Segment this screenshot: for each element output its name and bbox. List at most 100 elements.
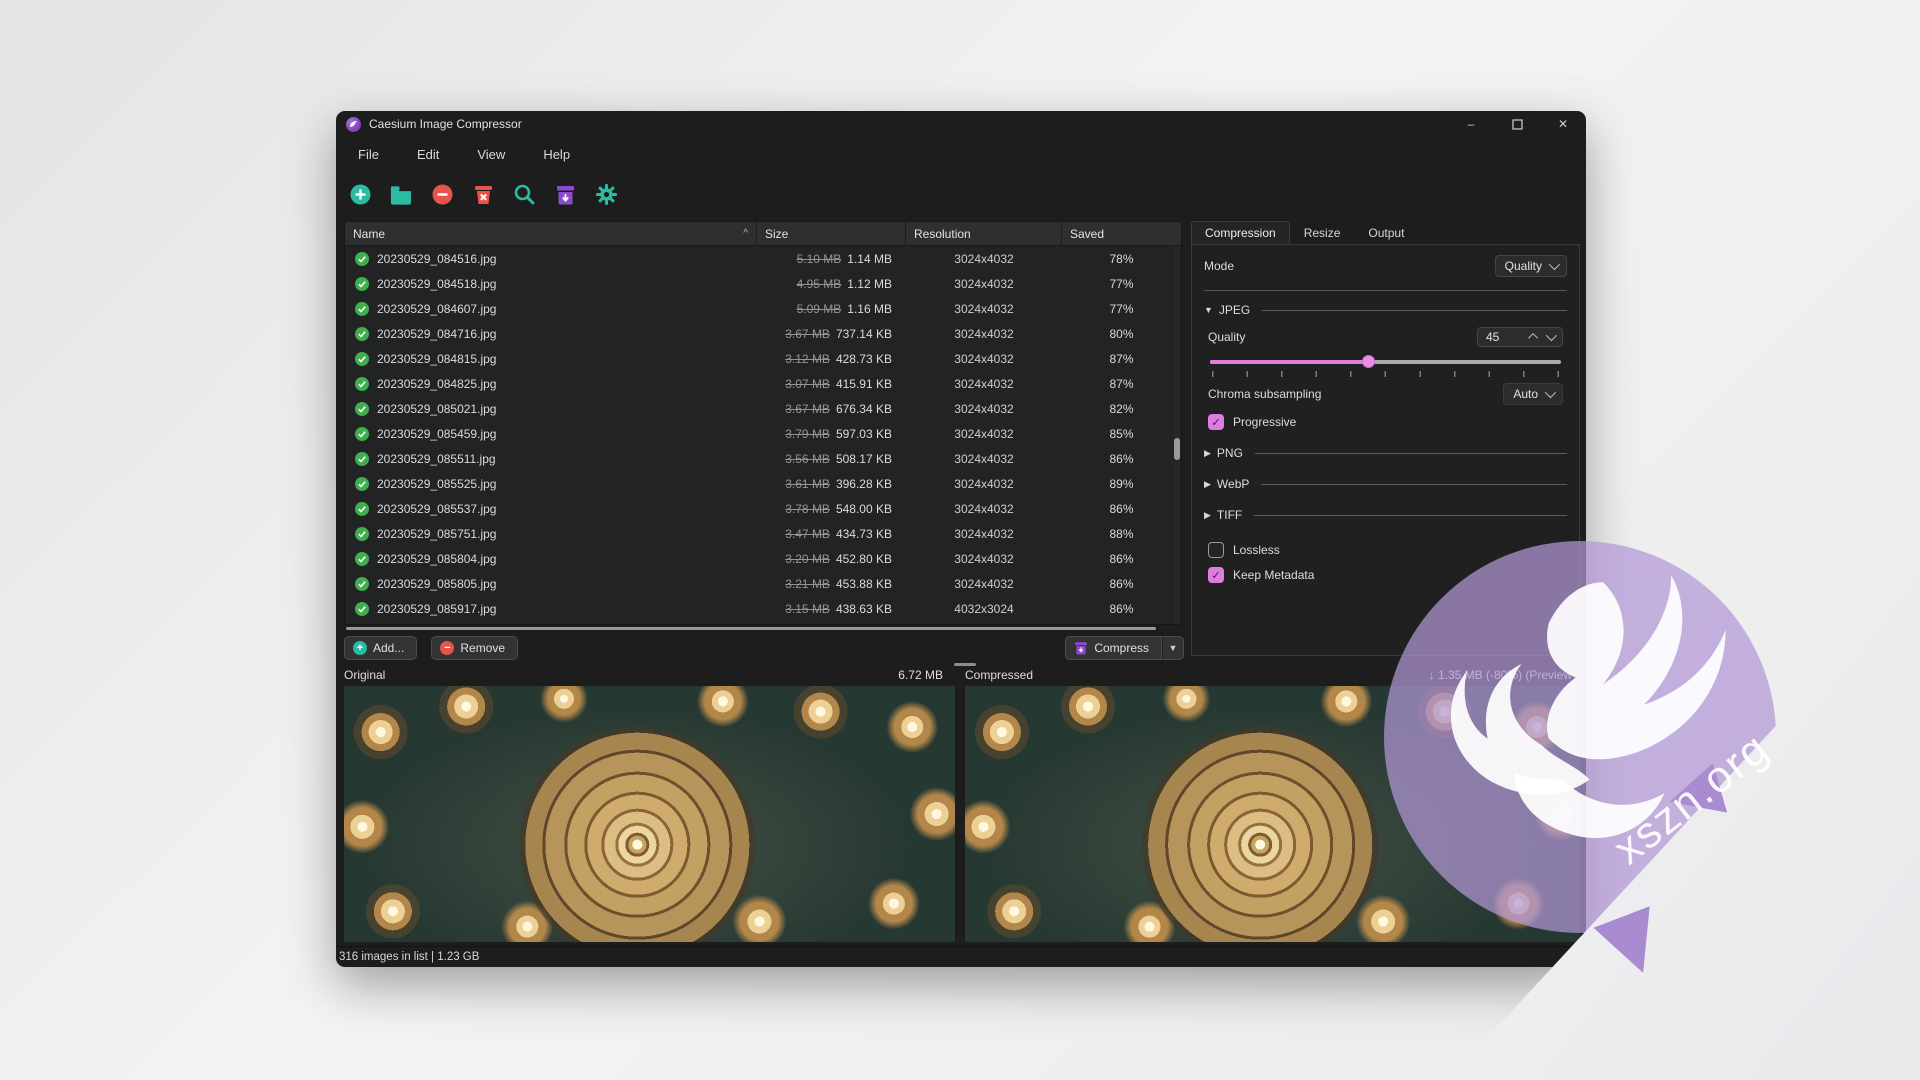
table-row[interactable]: 20230529_085511.jpg 3.56 MB 508.17 KB 30… — [345, 446, 1181, 471]
table-row[interactable]: 20230529_084716.jpg 3.67 MB 737.14 KB 30… — [345, 321, 1181, 346]
original-size: 3.47 MB — [785, 527, 830, 541]
resolution: 3024x4032 — [906, 521, 1062, 546]
menu-file[interactable]: File — [348, 142, 389, 167]
table-row[interactable]: 20230529_085804.jpg 3.20 MB 452.80 KB 30… — [345, 546, 1181, 571]
jpeg-section-header[interactable]: ▼ JPEG — [1204, 303, 1567, 317]
saved-percent: 78% — [1062, 246, 1181, 271]
progressive-checkbox-row[interactable]: ✓ Progressive — [1208, 414, 1563, 430]
table-row[interactable]: 20230529_085537.jpg 3.78 MB 548.00 KB 30… — [345, 496, 1181, 521]
maximize-button[interactable] — [1494, 111, 1540, 137]
add-folder-icon[interactable] — [389, 182, 413, 206]
divider — [1254, 515, 1567, 516]
chevron-down-icon — [1549, 259, 1560, 270]
compress-options-arrow[interactable]: ▼ — [1162, 636, 1184, 660]
quality-spinbox[interactable]: 45 — [1477, 327, 1563, 347]
title-bar[interactable]: Caesium Image Compressor – ✕ — [336, 111, 1586, 137]
original-size: 3.67 MB — [785, 327, 830, 341]
tab-compression[interactable]: Compression — [1191, 221, 1290, 244]
original-size: 3.56 MB — [785, 452, 830, 466]
remove-button[interactable]: − Remove — [431, 636, 518, 660]
resolution: 3024x4032 — [906, 546, 1062, 571]
preview-search-icon[interactable] — [512, 182, 536, 206]
table-row[interactable]: 20230529_085751.jpg 3.47 MB 434.73 KB 30… — [345, 521, 1181, 546]
slider-handle[interactable] — [1362, 355, 1375, 368]
resolution: 3024x4032 — [906, 571, 1062, 596]
file-name: 20230529_084716.jpg — [377, 327, 496, 341]
compress-button[interactable]: Compress — [1065, 636, 1162, 660]
new-size: 1.16 MB — [847, 302, 892, 316]
clear-list-icon[interactable] — [471, 182, 495, 206]
minimize-button[interactable]: – — [1448, 111, 1494, 137]
compressed-check-icon — [355, 377, 369, 391]
keep-metadata-checkbox[interactable]: ✓ — [1208, 567, 1224, 583]
quality-value: 45 — [1486, 330, 1499, 344]
saved-percent: 87% — [1062, 371, 1181, 396]
saved-percent: 86% — [1062, 571, 1181, 596]
compress-toolbar-icon[interactable] — [553, 182, 577, 206]
vertical-scrollbar-thumb[interactable] — [1174, 438, 1180, 460]
saved-percent: 86% — [1062, 496, 1181, 521]
spin-up-icon[interactable] — [1528, 333, 1538, 343]
settings-gear-icon[interactable] — [594, 182, 618, 206]
add-button[interactable]: + Add... — [344, 636, 417, 660]
quality-label: Quality — [1208, 330, 1245, 344]
add-files-icon[interactable] — [348, 182, 372, 206]
resolution: 3024x4032 — [906, 496, 1062, 521]
saved-percent: 85% — [1062, 421, 1181, 446]
spin-down-icon[interactable] — [1546, 330, 1557, 341]
original-size: 3.67 MB — [785, 402, 830, 416]
watermark-bird-icon — [1406, 555, 1746, 895]
table-row[interactable]: 20230529_085917.jpg 3.15 MB 438.63 KB 40… — [345, 596, 1181, 621]
table-row[interactable]: 20230529_085805.jpg 3.21 MB 453.88 KB 30… — [345, 571, 1181, 596]
table-row[interactable]: 20230529_084518.jpg 4.95 MB 1.12 MB 3024… — [345, 271, 1181, 296]
table-row[interactable]: 20230529_084815.jpg 3.12 MB 428.73 KB 30… — [345, 346, 1181, 371]
collapse-triangle-icon: ▼ — [1204, 305, 1213, 315]
resolution: 3024x4032 — [906, 446, 1062, 471]
original-preview-image[interactable] — [344, 686, 955, 942]
add-plus-icon: + — [353, 641, 367, 655]
menu-help[interactable]: Help — [533, 142, 580, 167]
divider — [1255, 453, 1567, 454]
file-name: 20230529_085917.jpg — [377, 602, 496, 616]
status-bar: 316 images in list | 1.23 GB — [336, 946, 1586, 967]
saved-percent: 89% — [1062, 471, 1181, 496]
tab-output[interactable]: Output — [1354, 221, 1418, 244]
compressed-check-icon — [355, 352, 369, 366]
splitter-handle[interactable] — [954, 663, 976, 666]
mode-dropdown[interactable]: Quality — [1495, 255, 1567, 277]
remove-file-icon[interactable] — [430, 182, 454, 206]
tab-resize[interactable]: Resize — [1290, 221, 1355, 244]
column-header-name[interactable]: Name ^ — [345, 222, 757, 245]
column-header-size[interactable]: Size — [757, 222, 906, 245]
window-title: Caesium Image Compressor — [369, 117, 522, 131]
progressive-checkbox[interactable]: ✓ — [1208, 414, 1224, 430]
file-table: Name ^ Size Resolution Saved 20230529_08… — [344, 221, 1182, 625]
original-size: 5.10 MB — [797, 252, 842, 266]
table-row[interactable]: 20230529_084607.jpg 5.09 MB 1.16 MB 3024… — [345, 296, 1181, 321]
table-row[interactable]: 20230529_085525.jpg 3.61 MB 396.28 KB 30… — [345, 471, 1181, 496]
table-row[interactable]: 20230529_084825.jpg 3.07 MB 415.91 KB 30… — [345, 371, 1181, 396]
chroma-dropdown[interactable]: Auto — [1503, 383, 1563, 405]
webp-section-header[interactable]: ▶ WebP — [1204, 477, 1567, 491]
menu-edit[interactable]: Edit — [407, 142, 449, 167]
tiff-section-header[interactable]: ▶ TIFF — [1204, 508, 1567, 522]
menu-view[interactable]: View — [467, 142, 515, 167]
compressed-check-icon — [355, 552, 369, 566]
original-size: 3.78 MB — [785, 502, 830, 516]
horizontal-scrollbar[interactable] — [346, 627, 1156, 630]
column-header-resolution[interactable]: Resolution — [906, 222, 1062, 245]
column-header-saved[interactable]: Saved — [1062, 222, 1181, 245]
file-name: 20230529_084815.jpg — [377, 352, 496, 366]
quality-slider[interactable] — [1210, 355, 1561, 369]
compressed-check-icon — [355, 327, 369, 341]
table-row[interactable]: 20230529_085021.jpg 3.67 MB 676.34 KB 30… — [345, 396, 1181, 421]
table-row[interactable]: 20230529_085459.jpg 3.79 MB 597.03 KB 30… — [345, 421, 1181, 446]
vertical-scrollbar[interactable] — [1174, 246, 1180, 624]
keep-metadata-label: Keep Metadata — [1233, 568, 1314, 582]
lossless-checkbox[interactable] — [1208, 542, 1224, 558]
png-section-header[interactable]: ▶ PNG — [1204, 446, 1567, 460]
close-button[interactable]: ✕ — [1540, 111, 1586, 137]
new-size: 737.14 KB — [836, 327, 892, 341]
table-row[interactable]: 20230529_084516.jpg 5.10 MB 1.14 MB 3024… — [345, 246, 1181, 271]
expand-triangle-icon: ▶ — [1204, 510, 1211, 521]
